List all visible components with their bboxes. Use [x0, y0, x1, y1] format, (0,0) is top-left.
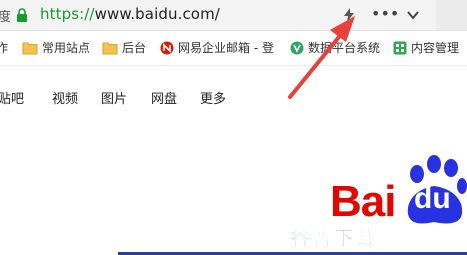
folder-icon	[22, 42, 38, 55]
v-icon	[290, 41, 304, 55]
toolbar-edge	[436, 0, 467, 30]
lock-icon[interactable]	[16, 8, 28, 22]
grid-icon	[393, 41, 407, 55]
address-prefix: 度	[0, 10, 12, 25]
bolt-icon[interactable]	[341, 7, 357, 23]
bookmark-label: 作	[0, 41, 9, 55]
nav-link-images[interactable]: 图片	[101, 88, 127, 107]
bookmark-folder-admin[interactable]: 后台	[102, 39, 146, 57]
nav-link-more[interactable]: 更多	[200, 88, 226, 107]
nav-link-netdisk[interactable]: 网盘	[151, 88, 177, 107]
baidu-logo[interactable]: Bai du	[328, 154, 467, 226]
bookmarks-bar: 作 常用站点 后台 网易企业邮箱 - 登 数据平台系统 内容管理	[0, 31, 467, 66]
url-scheme: https://	[40, 5, 95, 23]
folder-icon	[102, 42, 118, 55]
address-bar: 度 https://www.baidu.com/ •••	[0, 0, 467, 31]
bookmark-item[interactable]: 作	[0, 39, 8, 57]
url-host: www.baidu.com/	[94, 5, 220, 23]
nav-link-tieba[interactable]: 贴吧	[0, 88, 24, 107]
nav-link-video[interactable]: 视频	[52, 88, 78, 107]
bookmark-folder-common-sites[interactable]: 常用站点	[22, 39, 90, 57]
logo-text-bai: Bai	[330, 177, 396, 226]
netease-icon	[160, 41, 174, 55]
logo-text-du: du	[414, 182, 451, 215]
bookmark-netease-mail[interactable]: 网易企业邮箱 - 登	[160, 39, 274, 57]
url-field[interactable]: https://www.baidu.com/	[40, 5, 220, 23]
bookmark-content-management[interactable]: 内容管理	[393, 39, 459, 57]
bookmark-label: 网易企业邮箱 - 登	[178, 41, 274, 55]
site-watermark: 谷普下载	[290, 226, 378, 251]
bookmark-label: 内容管理	[411, 41, 460, 55]
bookmark-data-platform[interactable]: 数据平台系统	[290, 39, 380, 57]
chevron-down-icon[interactable]	[404, 6, 422, 24]
bookmark-label: 数据平台系统	[308, 41, 381, 55]
bookmark-label: 常用站点	[42, 41, 91, 55]
more-icon[interactable]: •••	[371, 4, 399, 24]
bookmark-label: 后台	[122, 41, 147, 55]
